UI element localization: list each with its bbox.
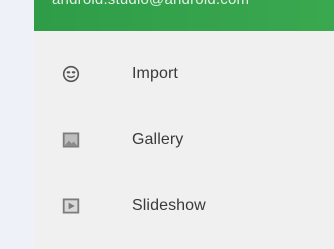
face-icon (62, 65, 80, 83)
menu-item-label: Import (132, 65, 178, 82)
menu-item-label: Slideshow (132, 197, 206, 214)
background-panel (0, 0, 34, 249)
drawer-header: android.studio@android.com (34, 0, 334, 31)
menu-item-import[interactable]: Import (34, 41, 334, 107)
gallery-icon (62, 131, 80, 149)
navigation-drawer: android.studio@android.com Import (34, 0, 334, 249)
menu-item-label: Gallery (132, 131, 184, 148)
menu-item-slideshow[interactable]: Slideshow (34, 173, 334, 239)
slideshow-icon (62, 197, 80, 215)
menu-item-gallery[interactable]: Gallery (34, 107, 334, 173)
drawer-menu: Import Gallery Slideshow (34, 41, 334, 239)
header-email: android.studio@android.com (52, 0, 249, 8)
